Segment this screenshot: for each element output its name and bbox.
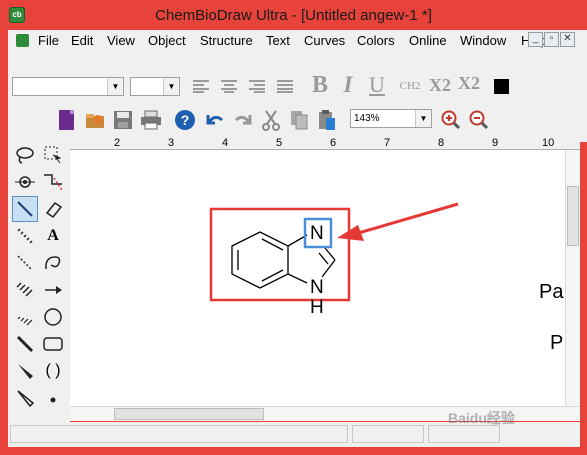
orbital-tool-icon[interactable] [40,304,66,330]
menu-file[interactable]: File [38,33,59,48]
save-icon[interactable] [112,107,134,133]
mass-fragmentation-tool-icon[interactable] [12,169,38,195]
brackets-tool-icon[interactable]: ( ) [40,358,66,384]
menu-edit[interactable]: Edit [71,33,93,48]
zoom-select[interactable]: 143% ▼ [350,109,432,128]
menu-window[interactable]: Window [460,33,506,48]
horizontal-ruler: 2 3 4 5 6 7 8 9 10 [70,137,580,150]
ruler-label: 7 [384,137,391,149]
window-title: ChemBioDraw Ultra - [Untitled angew-1 *] [155,7,432,24]
ruler-label: 3 [168,137,175,149]
zoom-value: 143% [354,113,380,124]
canvas-text-fragment[interactable]: P [550,332,563,355]
application-window: cb ChemBioDraw Ultra - [Untitled angew-1… [0,0,587,455]
superscript-button[interactable]: X2 [456,72,482,94]
vertical-scroll-thumb[interactable] [567,186,579,246]
pointer-arrow-head [337,225,364,241]
ruler-label: 4 [222,137,229,149]
italic-button[interactable]: I [338,72,358,98]
atom-label-n[interactable]: N [310,223,324,245]
arrow-tool-icon[interactable] [40,277,66,303]
print-icon[interactable] [140,107,162,133]
bond-tool-icon[interactable] [12,196,38,222]
baidu-watermark: Baidu经验 [448,410,515,426]
ruler-label: 10 [542,137,555,149]
zoom-in-icon[interactable] [440,108,462,132]
menu-view[interactable]: View [107,33,135,48]
tool-palette: A ( ) [8,142,70,422]
new-document-icon[interactable] [56,107,78,133]
ruler-label: 9 [492,137,499,149]
text-tool-icon[interactable]: A [40,223,66,249]
status-field-main [10,425,348,443]
svg-text:?: ? [181,112,190,128]
eraser-tool-icon[interactable] [40,196,66,222]
ruler-label: 5 [276,137,283,149]
horizontal-scroll-thumb[interactable] [114,408,264,420]
align-right-icon[interactable] [246,76,268,96]
vertical-scrollbar[interactable] [565,150,580,406]
chemical-symbols-tool-icon[interactable] [40,385,66,411]
drawing-canvas[interactable]: N N H Pa P [70,150,565,406]
menu-object[interactable]: Object [148,33,186,48]
chevron-down-icon: ▼ [415,110,431,127]
subscript-button[interactable]: X2 [428,74,452,96]
close-button[interactable]: ✕ [560,32,575,47]
restore-button[interactable]: ▫ [544,32,559,47]
bold-hashed-bond-tool-icon[interactable] [12,277,38,303]
chevron-down-icon: ▼ [163,78,179,95]
font-size-select[interactable]: ▼ [130,77,180,96]
pointer-arrow-line [354,202,459,236]
structure-perspective-tool-icon[interactable] [40,169,66,195]
menu-structure[interactable]: Structure [200,33,253,48]
atom-label-nh[interactable]: N [310,277,324,299]
align-left-icon[interactable] [190,76,212,96]
ruler-label: 2 [114,137,121,149]
minimize-button[interactable]: _ [528,32,543,47]
formula-button[interactable]: CH2 [396,76,424,96]
menu-colors[interactable]: Colors [357,33,395,48]
underline-button[interactable]: U [366,72,388,98]
help-icon[interactable]: ? [174,108,196,132]
redo-icon[interactable] [232,108,254,132]
lasso-tool-icon[interactable] [12,142,38,168]
dashed-bond-tool-icon[interactable] [12,250,38,276]
title-bar: cb ChemBioDraw Ultra - [Untitled angew-1… [0,0,587,32]
color-swatch [493,78,509,94]
menu-text[interactable]: Text [266,33,290,48]
undo-icon[interactable] [204,108,226,132]
open-folder-icon[interactable] [84,107,106,133]
justify-icon[interactable] [274,76,296,96]
wide-hashed-bond-tool-icon[interactable] [12,304,38,330]
menu-curves[interactable]: Curves [304,33,345,48]
menu-bar: File Edit View Object Structure Text Cur… [8,30,587,52]
toolbar-area: ▼ ▼ B I U CH2 X2 X2 ? 143% ▼ [8,52,587,142]
menu-online[interactable]: Online [409,33,447,48]
pen-tool-icon[interactable] [40,250,66,276]
ruler-label: 8 [438,137,445,149]
ruler-label: 6 [330,137,337,149]
benzene-ring[interactable] [231,231,289,289]
paste-icon[interactable] [316,107,338,133]
cut-icon[interactable] [260,107,282,133]
align-center-icon[interactable] [218,76,240,96]
canvas-text-fragment[interactable]: Pa [539,281,563,304]
document-menu-icon[interactable] [16,34,29,47]
bold-button[interactable]: B [308,72,332,98]
status-bar: Baidu经验 [8,410,580,447]
bold-bond-tool-icon[interactable] [12,331,38,357]
wedge-bond-tool-icon[interactable] [12,358,38,384]
chevron-down-icon: ▼ [107,78,123,95]
drawing-elements-tool-icon[interactable] [40,331,66,357]
marquee-tool-icon[interactable] [40,142,66,168]
hashed-bond-tool-icon[interactable] [12,223,38,249]
zoom-out-icon[interactable] [468,108,490,132]
status-field-2 [352,425,424,443]
atom-label-h[interactable]: H [310,297,324,319]
copy-icon[interactable] [288,107,310,133]
hollow-wedge-bond-tool-icon[interactable] [12,385,38,411]
color-picker-button[interactable] [490,76,512,96]
font-select[interactable]: ▼ [12,77,124,96]
